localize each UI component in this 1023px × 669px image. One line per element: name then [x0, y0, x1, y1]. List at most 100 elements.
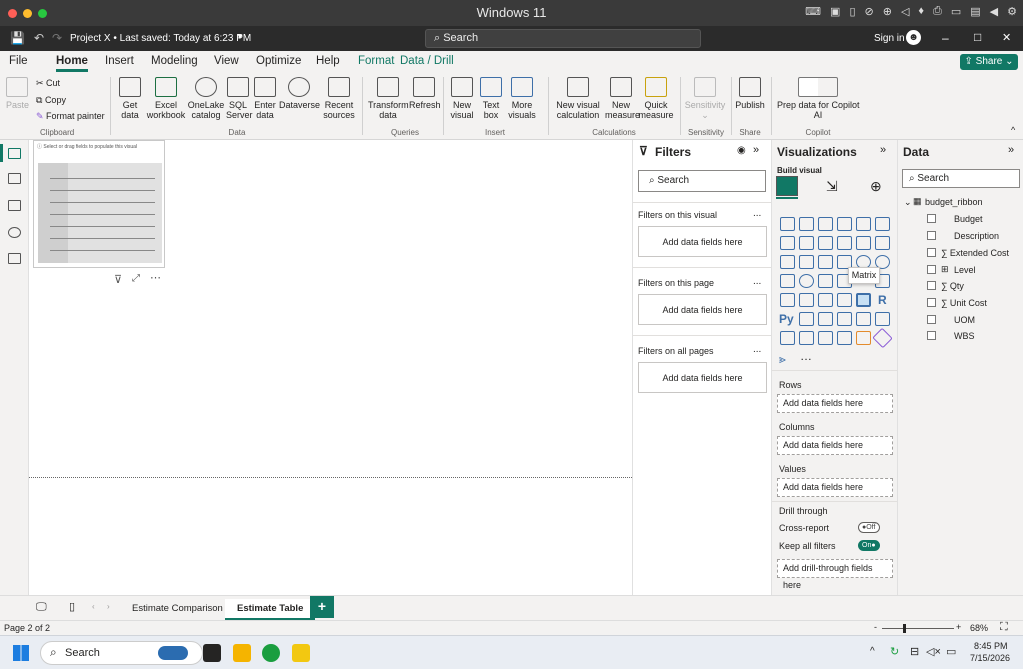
mobile-layout-icon[interactable]: ▯	[69, 600, 75, 613]
decomposition-tree-icon[interactable]	[818, 312, 833, 326]
build-visual-tab-icon[interactable]	[776, 176, 798, 196]
field-extended-cost[interactable]: ∑ Extended Cost	[941, 248, 1009, 258]
widgets-icon[interactable]	[158, 646, 188, 660]
file-explorer-icon[interactable]	[233, 644, 251, 662]
paginated-report-icon[interactable]	[875, 312, 890, 326]
stacked-bar-chart-icon[interactable]	[780, 217, 795, 231]
close-button[interactable]: ✕	[1002, 31, 1011, 44]
gear-icon[interactable]: ⚙	[1007, 5, 1017, 18]
enter-data-button[interactable]: Enter data	[253, 77, 277, 120]
100-stacked-area-chart-icon[interactable]	[837, 236, 852, 250]
tab-home[interactable]: Home	[56, 55, 88, 72]
values-well[interactable]: Add data fields here	[777, 478, 893, 497]
key-influencers-icon[interactable]	[799, 312, 814, 326]
tray-overflow-icon[interactable]: ^	[870, 646, 875, 657]
power-automate-icon[interactable]	[799, 331, 814, 345]
field-checkbox[interactable]	[927, 214, 936, 223]
stacked-area-chart-icon[interactable]	[818, 236, 833, 250]
qa-icon[interactable]	[837, 312, 852, 326]
network-icon[interactable]: ⊟	[910, 645, 919, 658]
clock-time[interactable]: 8:45 PM	[974, 641, 1008, 651]
tab-help[interactable]: Help	[316, 55, 340, 67]
clock-date[interactable]: 7/15/2026	[970, 653, 1010, 663]
dax-query-view-icon[interactable]	[8, 227, 21, 238]
save-icon[interactable]: 💾	[10, 31, 25, 45]
get-data-button[interactable]: Get data	[117, 77, 143, 120]
more-visuals-button[interactable]: More visuals	[505, 77, 539, 120]
filters-search-input[interactable]: ⌕ Search	[638, 170, 766, 192]
minimize-button[interactable]: –	[942, 31, 949, 45]
image-icon[interactable]	[837, 331, 852, 345]
data-search-input[interactable]: ⌕ Search	[902, 169, 1020, 188]
power-apps-icon[interactable]	[780, 331, 795, 345]
back-icon[interactable]: ◀	[990, 5, 998, 18]
table-name[interactable]: budget_ribbon	[925, 197, 983, 207]
onelake-catalog-button[interactable]: OneLake catalog	[187, 77, 225, 120]
gauge-icon[interactable]	[780, 293, 795, 307]
publish-button[interactable]: Publish	[734, 77, 766, 110]
globe-icon[interactable]: ⊕	[883, 5, 892, 18]
sql-server-button[interactable]: SQL Server	[226, 77, 253, 120]
area-chart-icon[interactable]	[799, 236, 814, 250]
line-and-stacked-column-icon[interactable]	[856, 236, 871, 250]
excel-workbook-button[interactable]: Excel workbook	[146, 77, 186, 120]
line-chart-icon[interactable]	[780, 236, 795, 250]
tab-data-drill[interactable]: Data / Drill	[400, 55, 454, 67]
field-wbs[interactable]: WBS	[954, 331, 975, 341]
more-options-icon[interactable]: ...	[753, 208, 761, 219]
screen-icon[interactable]: ▤	[970, 5, 980, 18]
undo-icon[interactable]: ↶	[34, 31, 44, 45]
sync-icon[interactable]: ↻	[890, 645, 899, 658]
100-stacked-bar-chart-icon[interactable]	[856, 217, 871, 231]
ribbon-chart-icon[interactable]	[780, 255, 795, 269]
python-visual-icon[interactable]: Py	[779, 312, 794, 326]
page-tab-estimate-table[interactable]: Estimate Table	[225, 599, 316, 621]
r-script-visual-icon[interactable]: R	[878, 293, 887, 307]
filled-map-icon[interactable]	[818, 274, 833, 288]
collapse-viz-icon[interactable]: »	[880, 144, 886, 156]
paste-button[interactable]: Paste	[6, 77, 29, 110]
field-checkbox[interactable]	[927, 231, 936, 240]
more-options-icon[interactable]: ⋯	[150, 271, 161, 284]
card-icon[interactable]	[799, 293, 814, 307]
zoom-slider-thumb[interactable]	[903, 624, 906, 633]
power-bi-icon[interactable]	[292, 644, 310, 662]
multi-row-card-icon[interactable]	[818, 293, 833, 307]
zoom-out-button[interactable]: -	[874, 622, 877, 632]
format-painter-button[interactable]: ✎ Format painter	[36, 111, 105, 122]
treemap-icon[interactable]	[780, 274, 795, 288]
prep-data-copilot-button[interactable]: Prep data for Copilot AI	[777, 77, 860, 120]
zoom-in-button[interactable]: +	[956, 622, 961, 632]
keyboard-icon[interactable]: ⌨	[805, 5, 821, 18]
copy-button[interactable]: ⧉ Copy	[36, 95, 66, 106]
task-view-icon[interactable]	[203, 644, 221, 662]
analytics-tab-icon[interactable]: ⊕	[870, 178, 882, 195]
folder-icon[interactable]: ▭	[951, 5, 961, 18]
map-icon[interactable]	[799, 274, 814, 288]
page-tab-estimate-comparison[interactable]: Estimate Comparison	[120, 599, 235, 621]
focus-mode-icon[interactable]: ⤢	[132, 273, 140, 284]
tab-file[interactable]: File	[9, 55, 28, 67]
more-options-icon[interactable]: ...	[753, 276, 761, 287]
field-checkbox[interactable]	[927, 281, 936, 290]
matrix-icon[interactable]	[856, 293, 871, 307]
table-view-icon[interactable]	[8, 173, 21, 184]
desktop-layout-icon[interactable]: 🖵	[36, 601, 47, 614]
collapse-data-icon[interactable]: »	[1008, 144, 1014, 156]
recent-sources-button[interactable]: Recent sources	[322, 77, 356, 120]
tab-modeling[interactable]: Modeling	[151, 55, 198, 67]
matrix-visual-placeholder[interactable]: ⓘ Select or drag fields to populate this…	[33, 140, 165, 268]
share-button[interactable]: ⇪ Share ⌄	[960, 54, 1018, 70]
field-budget[interactable]: Budget	[954, 214, 983, 224]
collapse-ribbon-icon[interactable]: ^	[1011, 125, 1015, 135]
collapse-filters-icon[interactable]: »	[753, 144, 759, 156]
chevron-down-icon[interactable]: ▼	[236, 32, 244, 41]
sign-in-link[interactable]: Sign in	[874, 33, 905, 44]
title-search-box[interactable]: ⌕ Search	[425, 29, 701, 48]
field-checkbox[interactable]	[927, 331, 936, 340]
zoom-slider[interactable]	[882, 628, 954, 629]
field-checkbox[interactable]	[927, 265, 936, 274]
usb-icon[interactable]: ▯	[849, 5, 855, 18]
field-description[interactable]: Description	[954, 231, 999, 241]
all-pages-filter-drop-zone[interactable]: Add data fields here	[638, 362, 767, 393]
